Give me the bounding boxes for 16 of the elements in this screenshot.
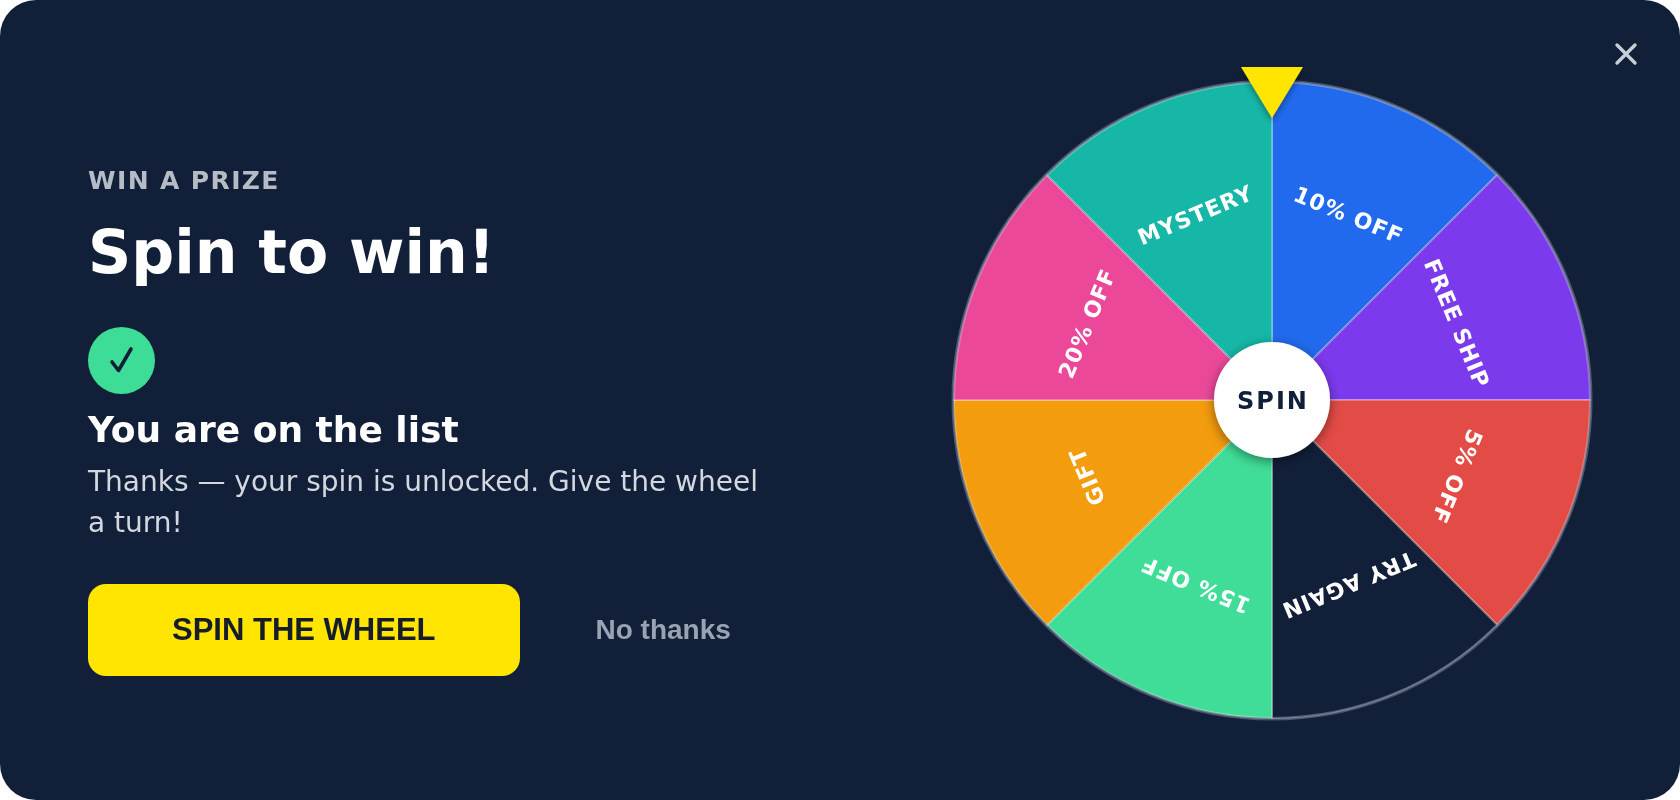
- prize-label: 5% OFF: [1426, 425, 1488, 528]
- close-icon: [1614, 42, 1638, 66]
- status-heading: You are on the list: [88, 408, 460, 451]
- check-icon: [88, 327, 155, 394]
- modal-title: Spin to win!: [88, 218, 497, 287]
- spin-the-wheel-button[interactable]: SPIN THE WHEEL: [88, 584, 520, 676]
- prize-label: 15% OFF: [1137, 551, 1254, 619]
- spin-button[interactable]: SPIN: [1214, 342, 1330, 458]
- pointer-icon: [1241, 67, 1303, 118]
- no-thanks-link[interactable]: No thanks: [595, 609, 731, 651]
- eyebrow-label: WIN A PRIZE: [88, 166, 281, 196]
- prize-label: 20% OFF: [1053, 265, 1121, 382]
- prize-label: GIFT: [1064, 443, 1111, 510]
- close-button[interactable]: [1614, 42, 1638, 66]
- prize-label: 10% OFF: [1290, 181, 1407, 249]
- status-message: Thanks — your spin is unlocked. Give the wheel a turn!: [88, 464, 759, 541]
